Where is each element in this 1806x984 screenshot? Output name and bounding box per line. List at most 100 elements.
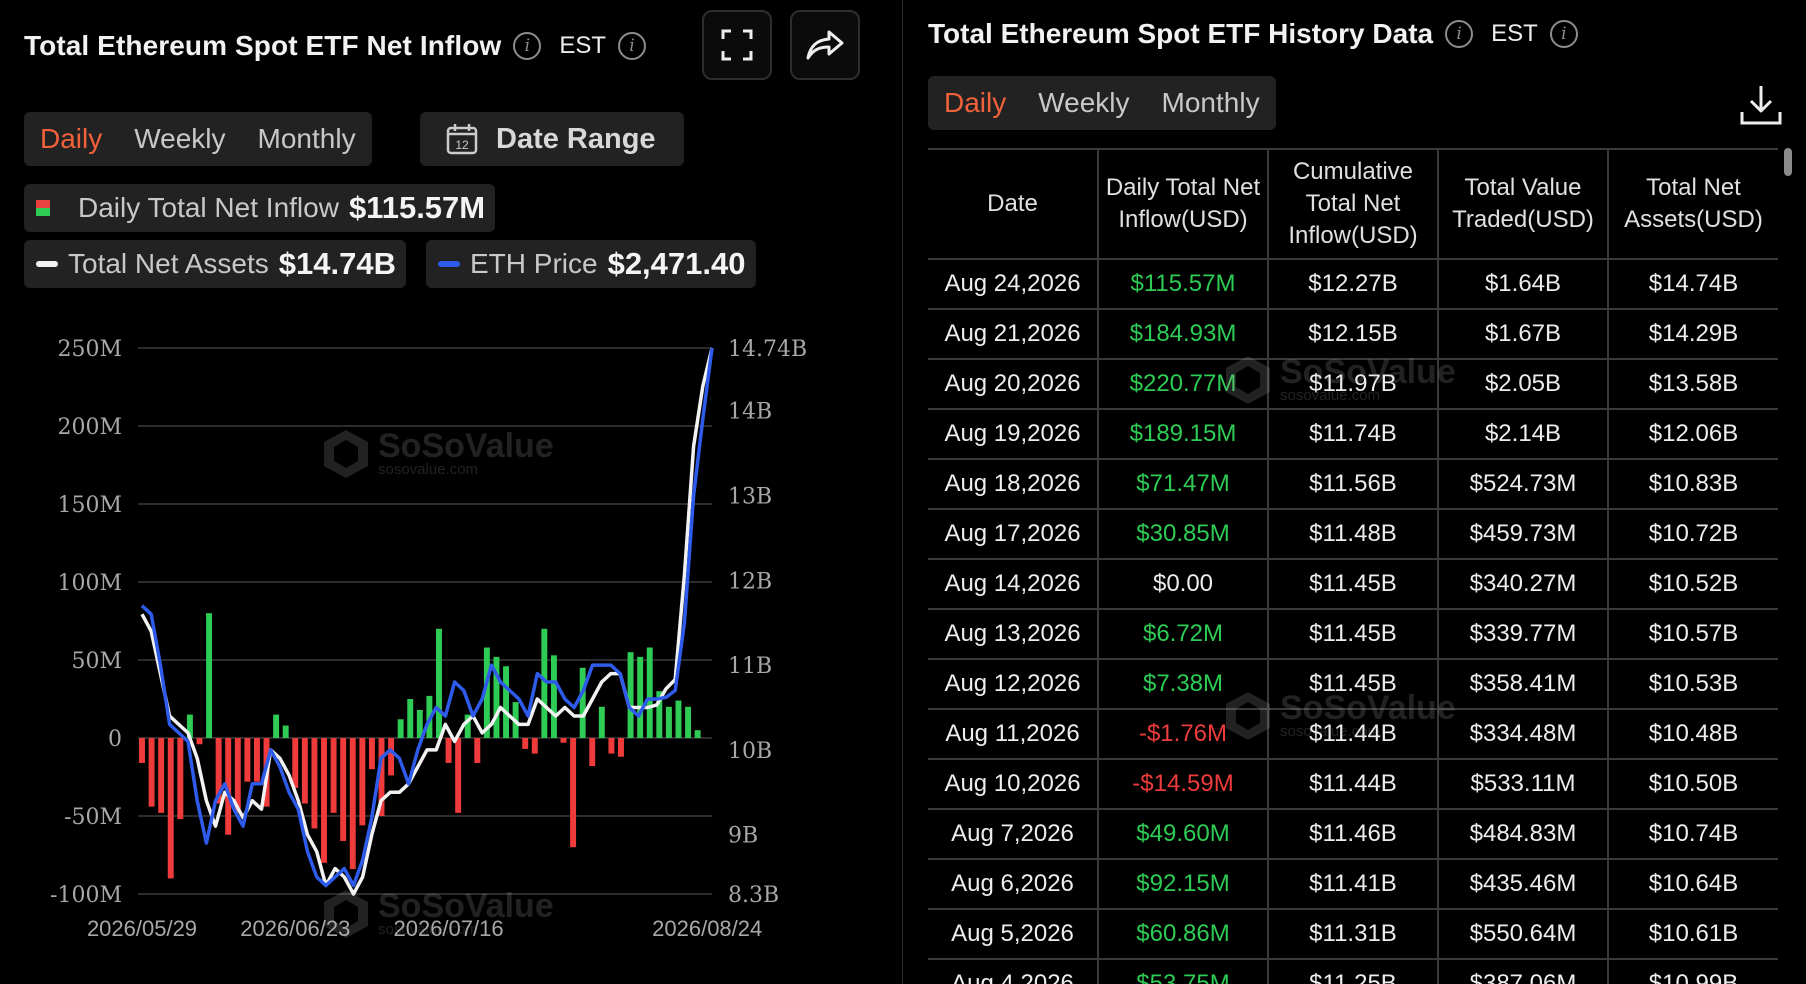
y-right-tick-label: 13B <box>728 485 772 510</box>
legend-inflow-label: Daily Total Net Inflow <box>78 192 339 223</box>
inflow-bar <box>368 738 375 770</box>
download-icon[interactable] <box>1738 82 1784 128</box>
table-row[interactable]: Aug 10,2026 -$14.59M $11.44B $533.11M $10.50… <box>928 759 1778 810</box>
cell-daily-net-inflow: $71.47M <box>1097 459 1269 510</box>
history-data-panel: Total Ethereum Spot ETF History Data i E… <box>920 0 1806 984</box>
cell-total-net-assets: $13.58B <box>1607 359 1778 410</box>
inflow-bar <box>531 738 538 754</box>
cell-total-value-traded: $1.67B <box>1437 309 1609 360</box>
cell-daily-net-inflow: $0.00 <box>1097 559 1269 610</box>
table-scrollbar[interactable] <box>1784 148 1792 176</box>
timezone-info-icon[interactable]: i <box>1549 20 1578 48</box>
cell-total-net-assets: $10.64B <box>1607 859 1778 910</box>
tab-monthly[interactable]: Monthly <box>1162 87 1260 119</box>
cell-cumulative-net-inflow: $11.41B <box>1267 859 1439 910</box>
legend-price-label: ETH Price <box>470 248 598 279</box>
cell-date: Aug 7,2026 <box>928 809 1099 860</box>
table-row[interactable]: Aug 24,2026 $115.57M $12.27B $1.64B $14.74B <box>928 259 1778 310</box>
col-date[interactable]: Date <box>928 148 1099 260</box>
info-icon[interactable]: i <box>1445 20 1474 48</box>
table-row[interactable]: Aug 17,2026 $30.85M $11.48B $459.73M $10.72B <box>928 509 1778 560</box>
inflow-bar <box>522 738 529 749</box>
cell-total-net-assets: $14.29B <box>1607 309 1778 360</box>
cell-total-value-traded: $484.83M <box>1437 809 1609 860</box>
table-row[interactable]: Aug 19,2026 $189.15M $11.74B $2.14B $12.06B <box>928 409 1778 460</box>
history-table-wrap[interactable]: Date Daily Total Net Inflow(USD) Cumulat… <box>928 148 1778 984</box>
tab-daily[interactable]: Daily <box>944 87 1006 119</box>
tab-weekly[interactable]: Weekly <box>1038 87 1129 119</box>
cell-total-value-traded: $550.64M <box>1437 909 1609 960</box>
table-row[interactable]: Aug 13,2026 $6.72M $11.45B $339.77M $10.57B <box>928 609 1778 660</box>
cell-total-value-traded: $435.46M <box>1437 859 1609 910</box>
inflow-bar <box>301 738 308 804</box>
cell-daily-net-inflow: -$14.59M <box>1097 759 1269 810</box>
table-row[interactable]: Aug 7,2026 $49.60M $11.46B $484.83M $10.74B <box>928 809 1778 860</box>
cell-daily-net-inflow: $7.38M <box>1097 659 1269 710</box>
tab-daily[interactable]: Daily <box>40 123 102 155</box>
col-cumulative-net-inflow[interactable]: Cumulative Total Net Inflow(USD) <box>1267 148 1439 260</box>
x-tick-label: 2026/05/29 <box>87 916 197 941</box>
inflow-bar <box>253 738 260 782</box>
y-right-tick-label: 10B <box>728 739 772 764</box>
x-tick-label: 2026/07/16 <box>393 916 503 941</box>
cell-total-net-assets: $10.53B <box>1607 659 1778 710</box>
inflow-bar <box>694 730 701 738</box>
legend-eth-price[interactable]: ETH Price $2,471.40 <box>426 240 756 288</box>
history-table: Date Daily Total Net Inflow(USD) Cumulat… <box>928 148 1778 984</box>
table-row[interactable]: Aug 11,2026 -$1.76M $11.44B $334.48M $10.48B <box>928 709 1778 760</box>
cell-cumulative-net-inflow: $11.44B <box>1267 709 1439 760</box>
inflow-bar <box>273 714 280 738</box>
cell-date: Aug 4,2026 <box>928 959 1099 984</box>
cell-total-net-assets: $14.74B <box>1607 259 1778 310</box>
net-inflow-chart[interactable]: 250M 200M 150M 100M 50M 0 -50M -100M 14.74B 14B 13… <box>0 330 860 984</box>
inflow-bar <box>608 738 615 754</box>
y-right-tick-label: 14.74B <box>728 337 807 362</box>
col-total-value-traded[interactable]: Total Value Traded(USD) <box>1437 148 1609 260</box>
y-left-tick-label: -100M <box>50 883 122 908</box>
inflow-bar <box>579 667 586 738</box>
cell-total-net-assets: $10.61B <box>1607 909 1778 960</box>
inflow-bar <box>618 738 624 757</box>
table-row[interactable]: Aug 4,2026 $53.75M $11.25B $387.06M $10.99B <box>928 959 1778 984</box>
table-row[interactable]: Aug 6,2026 $92.15M $11.41B $435.46M $10.64B <box>928 859 1778 910</box>
cell-daily-net-inflow: -$1.76M <box>1097 709 1269 760</box>
cell-cumulative-net-inflow: $11.74B <box>1267 409 1439 460</box>
table-row[interactable]: Aug 14,2026 $0.00 $11.45B $340.27M $10.52B <box>928 559 1778 610</box>
legend-net-inflow[interactable]: Daily Total Net Inflow $115.57M <box>24 184 496 232</box>
inflow-bar <box>244 738 251 782</box>
cell-total-value-traded: $358.41M <box>1437 659 1609 710</box>
table-row[interactable]: Aug 18,2026 $71.47M $11.56B $524.73M $10.83B <box>928 459 1778 510</box>
y-left-tick-label: 150M <box>57 493 122 518</box>
table-header: Total Ethereum Spot ETF History Data i E… <box>928 14 1578 54</box>
fullscreen-button[interactable] <box>702 10 772 80</box>
inflow-bar <box>455 738 462 813</box>
timezone-info-icon[interactable]: i <box>618 32 647 60</box>
cell-daily-net-inflow: $189.15M <box>1097 409 1269 460</box>
cell-total-value-traded: $334.48M <box>1437 709 1609 760</box>
cell-cumulative-net-inflow: $11.46B <box>1267 809 1439 860</box>
tab-weekly[interactable]: Weekly <box>134 123 225 155</box>
legend-total-net-assets[interactable]: Total Net Assets $14.74B <box>24 240 406 288</box>
col-total-net-assets[interactable]: Total Net Assets(USD) <box>1607 148 1778 260</box>
tab-monthly[interactable]: Monthly <box>258 123 356 155</box>
cell-cumulative-net-inflow: $11.44B <box>1267 759 1439 810</box>
cell-cumulative-net-inflow: $11.48B <box>1267 509 1439 560</box>
legend-assets-value: $14.74B <box>278 246 396 281</box>
info-icon[interactable]: i <box>513 32 542 60</box>
cell-date: Aug 11,2026 <box>928 709 1099 760</box>
share-button[interactable] <box>790 10 860 80</box>
col-daily-net-inflow[interactable]: Daily Total Net Inflow(USD) <box>1097 148 1269 260</box>
table-row[interactable]: Aug 12,2026 $7.38M $11.45B $358.41M $10.53B <box>928 659 1778 710</box>
price-swatch <box>438 261 460 267</box>
date-range-label: Date Range <box>496 122 656 155</box>
cell-daily-net-inflow: $115.57M <box>1097 259 1269 310</box>
cell-date: Aug 24,2026 <box>928 259 1099 310</box>
cell-total-value-traded: $459.73M <box>1437 509 1609 560</box>
cell-date: Aug 13,2026 <box>928 609 1099 660</box>
table-row[interactable]: Aug 21,2026 $184.93M $12.15B $1.67B $14.29B <box>928 309 1778 360</box>
date-range-button[interactable]: 12 Date Range <box>420 112 684 166</box>
table-row[interactable]: Aug 5,2026 $60.86M $11.31B $550.64M $10.61B <box>928 909 1778 960</box>
cell-daily-net-inflow: $184.93M <box>1097 309 1269 360</box>
table-row[interactable]: Aug 20,2026 $220.77M $11.97B $2.05B $13.58B <box>928 359 1778 410</box>
y-right-tick-label: 9B <box>728 824 758 849</box>
